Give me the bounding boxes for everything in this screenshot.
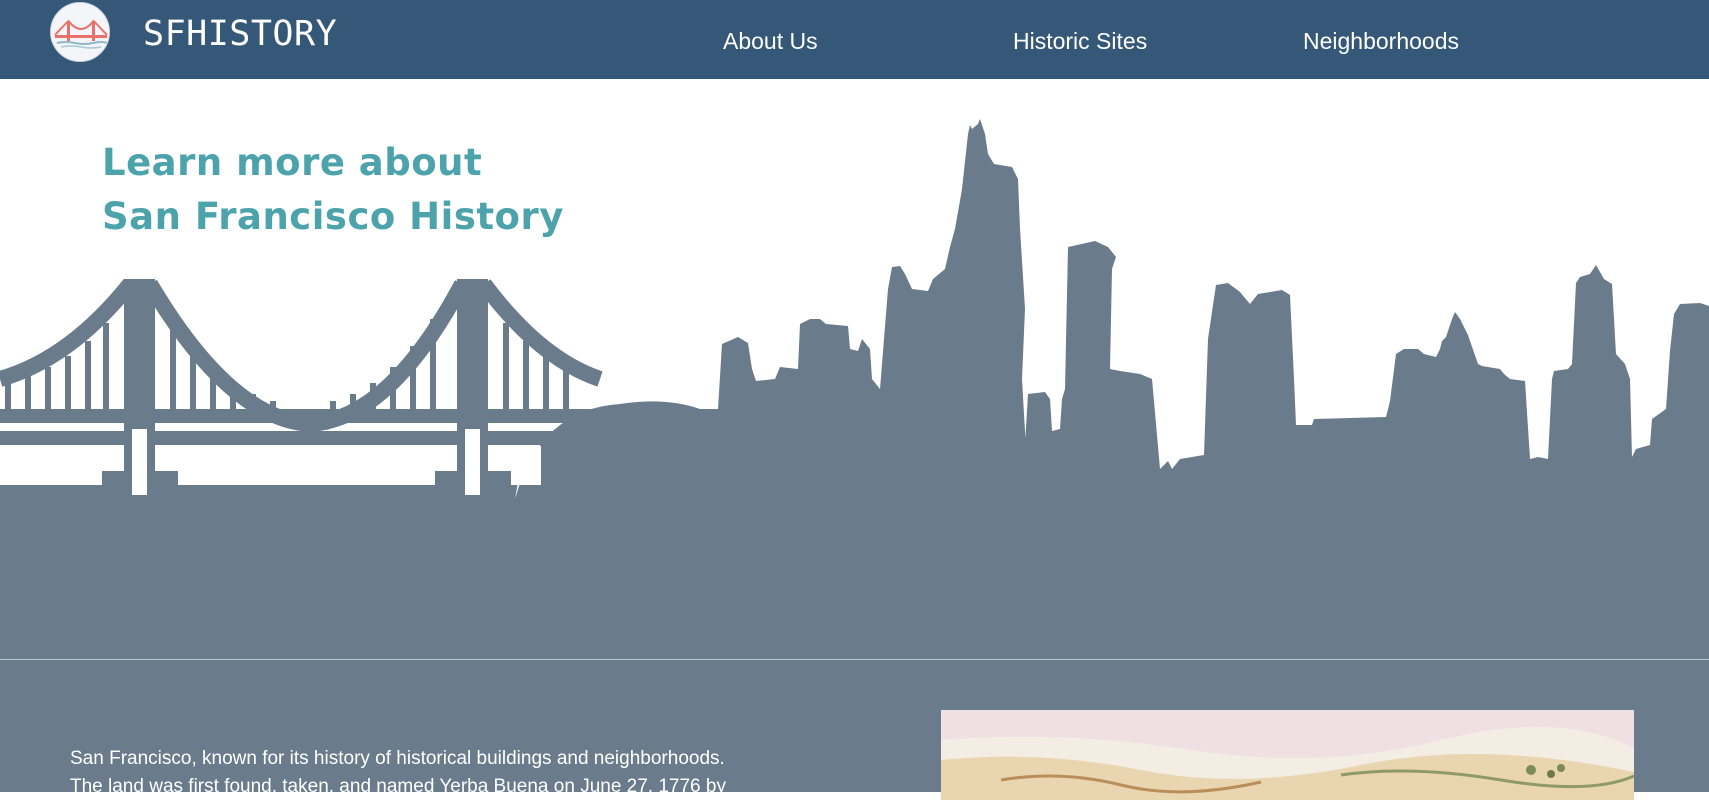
golden-gate-bridge-logo-icon[interactable] bbox=[50, 2, 110, 62]
about-text-line: The land was first found, taken, and nam… bbox=[70, 776, 726, 797]
nav-neighborhoods[interactable]: Neighborhoods bbox=[1303, 28, 1459, 55]
navbar: SFHISTORY About Us Historic Sites Neighb… bbox=[0, 0, 1709, 79]
about-section: San Francisco, known for its history of … bbox=[0, 660, 1709, 800]
nav-about-us[interactable]: About Us bbox=[723, 28, 818, 55]
hero-title-line-2: San Francisco History bbox=[102, 195, 564, 238]
hero-section: Learn more about San Francisco History bbox=[0, 79, 1709, 659]
site-brand[interactable]: SFHISTORY bbox=[143, 14, 337, 54]
nav-historic-sites[interactable]: Historic Sites bbox=[1013, 28, 1147, 55]
about-text-line: San Francisco, known for its history of … bbox=[70, 748, 725, 769]
about-text: San Francisco, known for its history of … bbox=[70, 745, 790, 801]
hero-title-line-1: Learn more about bbox=[102, 141, 483, 184]
watercolor-landscape-painting-icon bbox=[941, 710, 1634, 800]
